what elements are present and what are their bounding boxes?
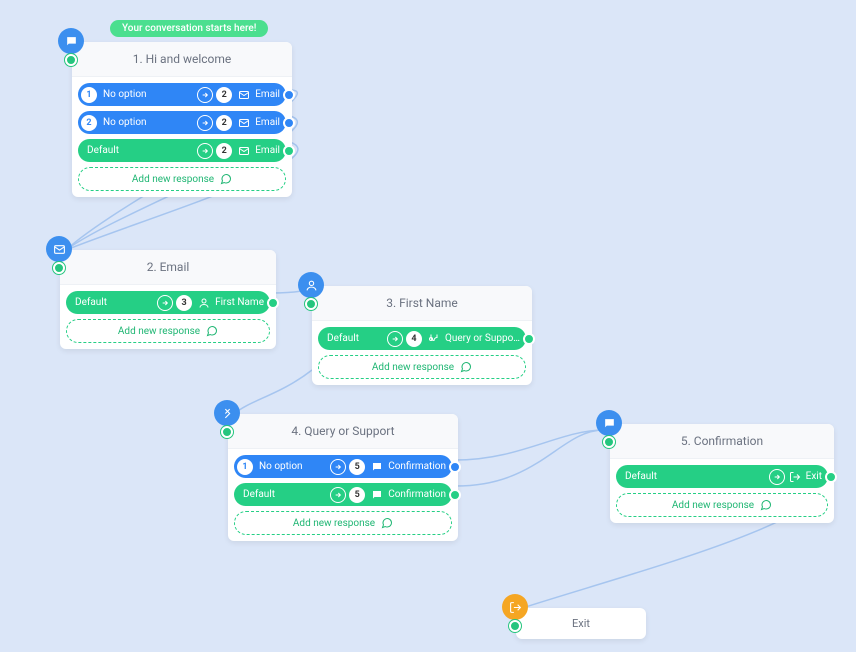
- node-input-port[interactable]: [509, 620, 521, 632]
- chat-bubble-icon: [760, 499, 772, 511]
- chat-icon: [370, 488, 384, 502]
- node-title: 2. Email: [60, 250, 276, 285]
- chat-bubble-icon: [220, 173, 232, 185]
- target-label: Email: [255, 145, 280, 156]
- option-number-badge: 1: [237, 459, 253, 475]
- mail-icon: [46, 236, 72, 262]
- chat-icon: [596, 410, 622, 436]
- option-label: Default: [625, 471, 675, 482]
- response-row[interactable]: 1 No option 2 Email: [78, 83, 286, 106]
- row-output-port[interactable]: [283, 117, 295, 129]
- add-response-button[interactable]: Add new response: [234, 511, 452, 535]
- mail-icon: [237, 88, 251, 102]
- row-output-port[interactable]: [523, 333, 535, 345]
- node-query-or-support[interactable]: 4. Query or Support 1 No option 5 Confir…: [228, 414, 458, 541]
- node-title: 5. Confirmation: [610, 424, 834, 459]
- target-number-badge: 5: [349, 459, 365, 475]
- goto-arrow-icon: [197, 115, 213, 131]
- chat-bubble-icon: [206, 325, 218, 337]
- target-number-badge: 3: [176, 295, 192, 311]
- option-label: No option: [103, 89, 153, 100]
- row-output-port[interactable]: [825, 471, 837, 483]
- add-response-button[interactable]: Add new response: [616, 493, 828, 517]
- user-icon: [298, 272, 324, 298]
- exit-icon: [502, 594, 528, 620]
- target-number-badge: 5: [349, 487, 365, 503]
- option-label: Default: [243, 489, 293, 500]
- node-first-name[interactable]: 3. First Name Default 4 Query or Suppo… …: [312, 286, 532, 385]
- goto-arrow-icon: [330, 487, 346, 503]
- target-label: Confirmation: [388, 489, 446, 500]
- add-response-label: Add new response: [672, 500, 754, 511]
- row-output-port[interactable]: [449, 461, 461, 473]
- target-label: Confirmation: [388, 461, 446, 472]
- response-row-default[interactable]: Default 2 Email: [78, 139, 286, 162]
- response-row[interactable]: 1 No option 5 Confirmation: [234, 455, 452, 478]
- goto-arrow-icon: [387, 331, 403, 347]
- branch-icon: [427, 332, 441, 346]
- target-label: Email: [255, 89, 280, 100]
- node-input-port[interactable]: [603, 436, 615, 448]
- target-number-badge: 2: [216, 143, 232, 159]
- response-row-default[interactable]: Default 4 Query or Suppo…: [318, 327, 526, 350]
- user-icon: [197, 296, 211, 310]
- response-row[interactable]: 2 No option 2 Email: [78, 111, 286, 134]
- response-row-default[interactable]: Default 3 First Name: [66, 291, 270, 314]
- node-email[interactable]: 2. Email Default 3 First Name Add new re…: [60, 250, 276, 349]
- goto-arrow-icon: [157, 295, 173, 311]
- target-number-badge: 2: [216, 115, 232, 131]
- row-output-port[interactable]: [267, 297, 279, 309]
- exit-icon: [788, 470, 802, 484]
- goto-arrow-icon: [769, 469, 785, 485]
- start-badge: Your conversation starts here!: [110, 20, 268, 37]
- chat-bubble-icon: [381, 517, 393, 529]
- add-response-label: Add new response: [293, 518, 375, 529]
- option-label: Default: [87, 145, 137, 156]
- add-response-button[interactable]: Add new response: [78, 167, 286, 191]
- add-response-label: Add new response: [132, 174, 214, 185]
- goto-arrow-icon: [330, 459, 346, 475]
- option-number-badge: 1: [81, 87, 97, 103]
- node-title: Exit: [572, 617, 590, 630]
- branch-icon: [214, 400, 240, 426]
- goto-arrow-icon: [197, 143, 213, 159]
- response-row-default[interactable]: Default 5 Confirmation: [234, 483, 452, 506]
- node-hi-and-welcome[interactable]: 1. Hi and welcome 1 No option 2 Email 2 …: [72, 42, 292, 197]
- add-response-button[interactable]: Add new response: [66, 319, 270, 343]
- node-input-port[interactable]: [65, 54, 77, 66]
- target-number-badge: 4: [406, 331, 422, 347]
- row-output-port[interactable]: [283, 145, 295, 157]
- node-input-port[interactable]: [53, 262, 65, 274]
- target-label: Exit: [806, 471, 822, 482]
- option-label: Default: [75, 297, 125, 308]
- row-output-port[interactable]: [283, 89, 295, 101]
- mail-icon: [237, 144, 251, 158]
- goto-arrow-icon: [197, 87, 213, 103]
- chat-bubble-icon: [460, 361, 472, 373]
- target-label: Email: [255, 117, 280, 128]
- node-confirmation[interactable]: 5. Confirmation Default Exit Add new res…: [610, 424, 834, 523]
- chat-icon: [370, 460, 384, 474]
- node-input-port[interactable]: [221, 426, 233, 438]
- node-title: 1. Hi and welcome: [72, 42, 292, 77]
- add-response-button[interactable]: Add new response: [318, 355, 526, 379]
- target-number-badge: 2: [216, 87, 232, 103]
- response-row-default[interactable]: Default Exit: [616, 465, 828, 488]
- target-label: Query or Suppo…: [445, 333, 520, 344]
- node-title: 3. First Name: [312, 286, 532, 321]
- option-label: No option: [103, 117, 153, 128]
- target-label: First Name: [215, 297, 264, 308]
- node-title: 4. Query or Support: [228, 414, 458, 449]
- option-label: Default: [327, 333, 377, 344]
- row-output-port[interactable]: [449, 489, 461, 501]
- option-number-badge: 2: [81, 115, 97, 131]
- add-response-label: Add new response: [372, 362, 454, 373]
- node-exit[interactable]: Exit: [516, 608, 646, 639]
- add-response-label: Add new response: [118, 326, 200, 337]
- node-input-port[interactable]: [305, 298, 317, 310]
- option-label: No option: [259, 461, 309, 472]
- chat-icon: [58, 28, 84, 54]
- mail-icon: [237, 116, 251, 130]
